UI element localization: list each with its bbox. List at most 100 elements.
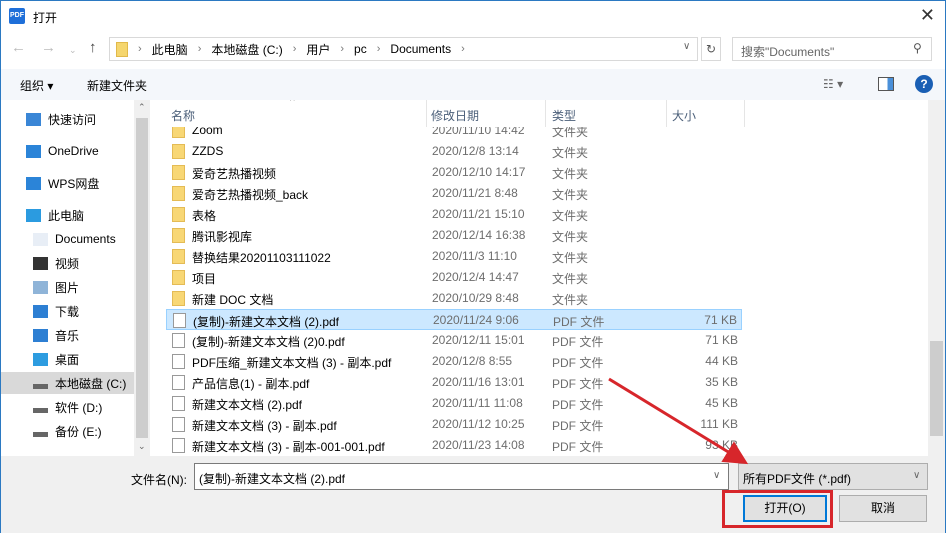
up-icon[interactable]: ↑ [89,39,97,56]
file-list-scroll-thumb[interactable] [930,341,943,436]
sidebar-item[interactable]: 备份 (E:) [33,420,143,442]
sidebar-scroll-thumb[interactable] [136,118,148,438]
file-size: 93 KB [705,438,738,452]
file-name: 新建文本文档 (3) - 副本-001-001.pdf [192,440,385,454]
chevron-down-icon[interactable]: ∨ [913,470,920,481]
search-icon[interactable]: ⚲ [913,41,922,55]
file-size: 71 KB [705,333,738,347]
window-title: 打开 [33,11,58,25]
file-date: 2020/11/24 9:06 [433,313,519,327]
cancel-button[interactable]: 取消 [839,495,927,522]
breadcrumb[interactable]: 此电脑 [152,41,188,58]
sidebar-item[interactable]: 此电脑 [26,204,136,226]
sidebar-item[interactable]: Documents [33,228,143,250]
column-type[interactable]: 类型 [552,107,576,124]
file-name: 新建 DOC 文档 [192,293,274,307]
picture-icon [33,280,48,294]
back-icon[interactable]: ← [11,39,26,56]
pdf-file-icon [172,396,185,411]
filename-input[interactable]: (复制)-新建文本文档 (2).pdf [194,463,729,490]
file-type-select[interactable]: 所有PDF文件 (*.pdf) [738,463,928,490]
file-row[interactable]: 爱奇艺热播视频_back 2020/11/21 8:48 文件夹 [166,183,742,204]
file-name: 新建文本文档 (2).pdf [192,398,303,412]
sidebar-item-label: 快速访问 [48,112,97,127]
file-row[interactable]: 新建 DOC 文档 2020/10/29 8:48 文件夹 [166,288,742,309]
file-row[interactable]: 产品信息(1) - 副本.pdf 2020/11/16 13:01 PDF 文件 35… [166,372,742,393]
help-icon[interactable]: ? [915,75,933,93]
sidebar-item[interactable]: 图片 [33,276,143,298]
file-name: 替换结果20201103111022 [192,251,331,265]
pdf-file-icon [172,333,185,348]
folder-icon [172,186,185,201]
file-date: 2020/12/10 14:17 [432,165,526,179]
scroll-up-icon[interactable]: ⌃ [138,102,146,113]
sidebar-item[interactable]: 本地磁盘 (C:) [1,372,134,394]
cloud-icon [26,176,41,190]
folder-icon [172,249,185,264]
file-row[interactable]: 项目 2020/12/4 14:47 文件夹 [166,267,742,288]
column-size[interactable]: 大小 [672,107,696,124]
video-icon [33,256,48,270]
sidebar-item[interactable]: 快速访问 [26,108,136,130]
file-date: 2020/12/14 16:38 [432,228,526,242]
sidebar-item[interactable]: 下载 [33,300,143,322]
file-row[interactable]: 表格 2020/11/21 15:10 文件夹 [166,204,742,225]
pdf-file-icon [172,438,185,453]
file-row[interactable]: 爱奇艺热播视频 2020/12/10 14:17 文件夹 [166,162,742,183]
file-row[interactable]: 新建文本文档 (2).pdf 2020/11/11 11:08 PDF 文件 45 K… [166,393,742,414]
file-date: 2020/12/8 13:14 [432,144,519,158]
file-size: 111 KB [700,417,738,431]
file-row[interactable]: 新建文本文档 (3) - 副本.pdf 2020/11/12 10:25 PDF 文… [166,414,742,435]
file-date: 2020/11/11 11:08 [432,396,523,410]
pdf-file-icon [172,354,185,369]
toolbar: 组织 ▾ 新建文件夹 ☷ ▾ ? [1,69,945,100]
folder-icon [172,291,185,306]
file-name: 产品信息(1) - 副本.pdf [192,377,310,391]
file-row[interactable]: 腾讯影视库 2020/12/14 16:38 文件夹 [166,225,742,246]
sidebar-item[interactable]: 软件 (D:) [33,396,143,418]
close-icon[interactable]: ✕ [920,5,935,26]
breadcrumb[interactable]: 用户 [306,41,330,58]
sidebar-item[interactable]: OneDrive [26,140,136,162]
file-row[interactable]: (复制)-新建文本文档 (2)0.pdf 2020/12/11 15:01 PDF … [166,330,742,351]
file-row[interactable]: 替换结果20201103111022 2020/11/3 11:10 文件夹 [166,246,742,267]
view-options-icon[interactable]: ☷ ▾ [823,77,843,91]
forward-icon[interactable]: → [41,39,56,56]
recent-dropdown-icon[interactable]: ⌄ [69,45,77,56]
organize-button[interactable]: 组织 ▾ [20,77,53,94]
search-input[interactable]: 搜索"Documents" [732,37,932,61]
file-row[interactable]: (复制)-新建文本文档 (2).pdf 2020/11/24 9:06 PDF 文件… [166,309,742,330]
file-row[interactable]: PDF压缩_新建文本文档 (3) - 副本.pdf 2020/12/8 8:55 P… [166,351,742,372]
scroll-down-icon[interactable]: ⌄ [138,441,146,452]
refresh-icon[interactable]: ↻ [701,37,721,61]
file-date: 2020/12/11 15:01 [432,333,525,347]
filename-label: 文件名(N): [131,473,187,487]
sidebar-item[interactable]: WPS网盘 [26,172,136,194]
sidebar-item[interactable]: 桌面 [33,348,143,370]
column-date[interactable]: 修改日期 [431,107,479,124]
breadcrumb[interactable]: pc [354,42,367,56]
sidebar-item-label: 桌面 [55,352,80,367]
sidebar-item[interactable]: 视频 [33,252,143,274]
sidebar-item[interactable]: 音乐 [33,324,143,346]
breadcrumb[interactable]: Documents [390,42,451,56]
new-folder-button[interactable]: 新建文件夹 [87,77,147,94]
file-size: 71 KB [704,313,737,327]
address-bar[interactable]: › 此电脑 › 本地磁盘 (C:) › 用户 › pc › Documents › [109,37,698,61]
column-name[interactable]: 名称 [171,107,195,124]
annotation-highlight-box [722,490,833,528]
file-name: 项目 [192,272,217,286]
chevron-down-icon[interactable]: ∨ [683,41,690,52]
file-name: (复制)-新建文本文档 (2).pdf [193,315,340,329]
chevron-down-icon[interactable]: ∨ [713,470,720,481]
file-row[interactable]: 新建文本文档 (3) - 副本-001-001.pdf 2020/11/23 14… [166,435,742,456]
file-row[interactable]: ZZDS 2020/12/8 13:14 文件夹 [166,141,742,162]
sort-ascending-icon: ^ [290,100,295,107]
breadcrumb[interactable]: 本地磁盘 (C:) [211,41,282,58]
sidebar-item-label: 软件 (D:) [55,400,103,415]
file-type: 文件夹 [552,146,589,160]
preview-pane-icon[interactable] [878,77,894,91]
star-icon [26,112,41,126]
drive-icon [33,383,48,389]
sidebar-item-label: OneDrive [48,144,99,158]
